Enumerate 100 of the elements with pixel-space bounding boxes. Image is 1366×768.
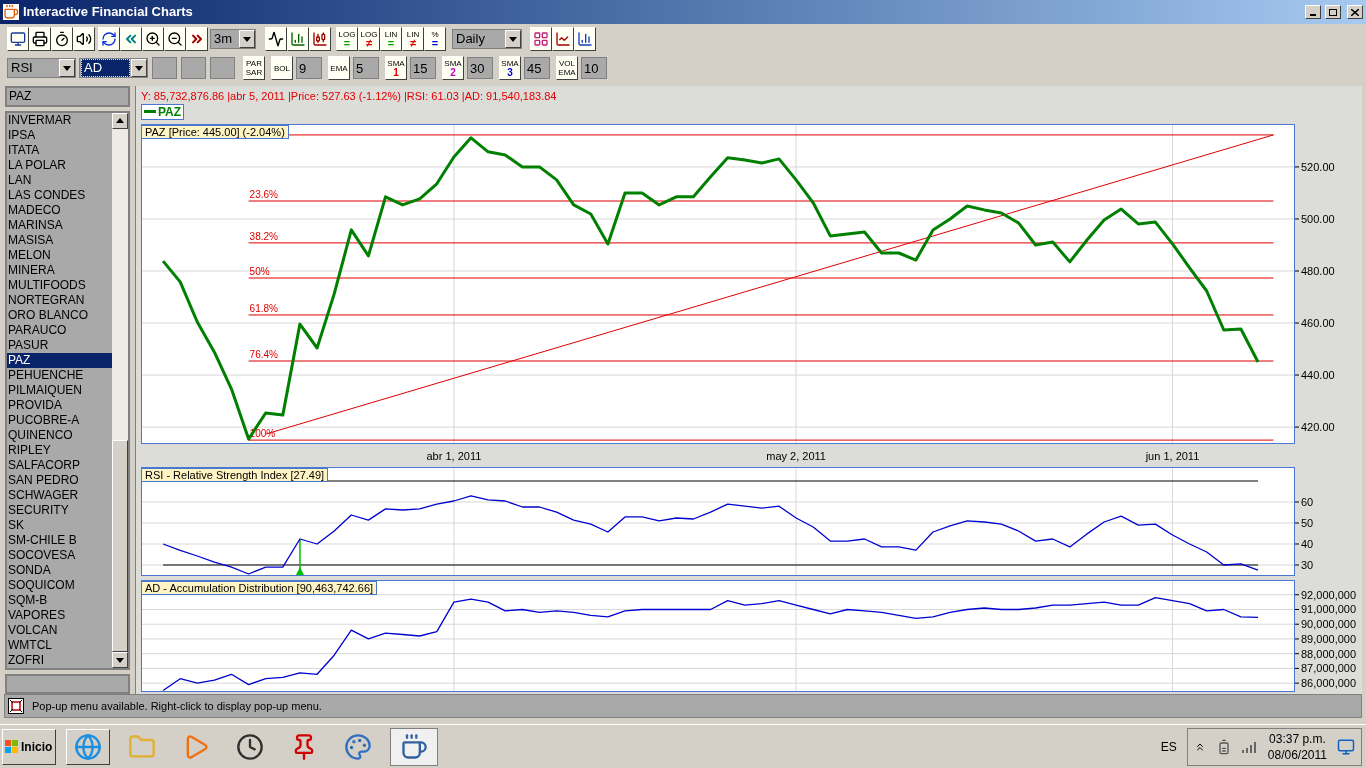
toolbar-button[interactable] [530, 27, 552, 51]
indicator-button[interactable]: SMA 1 [385, 56, 407, 80]
list-item[interactable]: PROVIDA [7, 397, 112, 413]
close-button[interactable] [1347, 5, 1363, 19]
list-item[interactable]: ORO BLANCO [7, 307, 112, 323]
list-item[interactable]: MADECO [7, 202, 112, 218]
input-field[interactable] [210, 57, 235, 79]
input-field[interactable] [152, 57, 177, 79]
list-item[interactable]: MINERA [7, 262, 112, 278]
input-field[interactable]: 45 [524, 57, 550, 79]
list-item[interactable]: SALFACORP [7, 457, 112, 473]
dropdown-button[interactable] [59, 59, 75, 77]
list-item[interactable]: SM-CHILE B [7, 532, 112, 548]
print-button[interactable] [29, 27, 51, 51]
toolbar-button[interactable] [265, 27, 287, 51]
dropdown-button[interactable] [131, 59, 147, 77]
maximize-button[interactable] [1325, 5, 1341, 19]
search-field[interactable]: PAZ [5, 86, 130, 107]
scroll-up-button[interactable] [112, 112, 128, 129]
input-field[interactable]: 9 [296, 57, 322, 79]
list-item[interactable]: SOCOVESA [7, 547, 112, 563]
list-item[interactable]: SK [7, 517, 112, 533]
scale-button[interactable]: LIN ≠ [402, 27, 424, 51]
zoom-in-button[interactable] [142, 27, 164, 51]
candlestick-icon [312, 31, 328, 47]
windows-logo-icon [5, 739, 19, 754]
input-field[interactable]: 5 [353, 57, 379, 79]
monitor-icon[interactable] [1337, 737, 1355, 756]
indicator-button[interactable]: PAR SAR [243, 56, 265, 80]
caret-icon [63, 65, 71, 71]
list-item[interactable]: MULTIFOODS [7, 277, 112, 293]
list-item[interactable]: LAS CONDES [7, 187, 112, 203]
list-item[interactable]: INVERMAR [7, 112, 112, 128]
toolbar-button[interactable] [186, 27, 208, 51]
minimize-button[interactable] [1305, 5, 1321, 19]
list-item[interactable]: SECURITY [7, 502, 112, 518]
taskbar-icon[interactable] [390, 727, 438, 766]
list-item[interactable]: LA POLAR [7, 157, 112, 173]
list-item[interactable]: WMTCL [7, 637, 112, 653]
dropdown-button[interactable] [505, 30, 521, 48]
scrollbar-thumb[interactable] [112, 440, 128, 653]
list-item[interactable]: SONDA [7, 562, 112, 578]
list-item[interactable]: PAZ [7, 352, 112, 368]
axis-label: may 2, 2011 [766, 450, 826, 462]
list-item[interactable]: IPSA [7, 127, 112, 143]
clock-time[interactable]: 03:37 p.m. [1269, 730, 1326, 747]
scale-button[interactable]: LOG ≠ [358, 27, 380, 51]
zoom-out-button[interactable] [164, 27, 186, 51]
scrollbar[interactable] [112, 112, 128, 669]
list-item[interactable]: SAN PEDRO [7, 472, 112, 488]
indicator-dropdown[interactable]: RSI [7, 58, 76, 78]
toolbar-button[interactable] [309, 27, 331, 51]
list-item[interactable]: ITATA [7, 142, 112, 158]
list-item[interactable]: LAN [7, 172, 112, 188]
dropdown-button[interactable] [239, 30, 255, 48]
input-field[interactable]: 15 [410, 57, 436, 79]
start-button[interactable]: Inicio [2, 728, 56, 765]
list-item[interactable]: PUCOBRE-A [7, 412, 112, 428]
indicator-button[interactable]: VOL EMA [556, 56, 578, 80]
indicator-button[interactable]: SMA 2 [442, 56, 464, 80]
list-item[interactable]: MELON [7, 247, 112, 263]
list-item[interactable]: PASUR [7, 337, 112, 353]
list-item[interactable]: MASISA [7, 232, 112, 248]
clock-date[interactable]: 08/06/2011 [1267, 746, 1327, 763]
list-item[interactable]: PARAUCO [7, 322, 112, 338]
indicator-button[interactable]: SMA 3 [499, 56, 521, 80]
toolbar-button[interactable] [574, 27, 596, 51]
list-item[interactable]: MARINSA [7, 217, 112, 233]
signal-icon[interactable] [1241, 740, 1258, 753]
list-item[interactable]: VOLCAN [7, 622, 112, 638]
refresh-button[interactable] [98, 27, 120, 51]
list-item[interactable]: SQM-B [7, 592, 112, 608]
toolbar-button[interactable] [120, 27, 142, 51]
scroll-down-button[interactable] [112, 652, 128, 669]
indicator-button[interactable]: EMA [328, 56, 350, 80]
scale-button[interactable]: % = [424, 27, 446, 51]
input-field[interactable]: 30 [467, 57, 493, 79]
list-item[interactable]: RIPLEY [7, 442, 112, 458]
list-item[interactable]: SOQUICOM [7, 577, 112, 593]
scale-button[interactable]: LIN = [380, 27, 402, 51]
period-dropdown[interactable]: 3m [210, 29, 256, 49]
toolbar-button[interactable] [7, 27, 29, 51]
list-item[interactable]: ZOFRI [7, 652, 112, 668]
indicator-dropdown[interactable]: AD [79, 58, 148, 78]
input-field[interactable] [181, 57, 206, 79]
language-indicator[interactable]: ES [1160, 737, 1177, 756]
list-item[interactable]: VAPORES [7, 607, 112, 623]
list-item[interactable]: QUINENCO [7, 427, 112, 443]
input-field[interactable]: 10 [581, 57, 607, 79]
toolbar-button[interactable] [51, 27, 73, 51]
toolbar-button[interactable] [287, 27, 309, 51]
toolbar-button[interactable] [73, 27, 95, 51]
toolbar-button[interactable] [552, 27, 574, 51]
list-item[interactable]: SCHWAGER [7, 487, 112, 503]
list-item[interactable]: PILMAIQUEN [7, 382, 112, 398]
scale-button[interactable]: LOG = [336, 27, 358, 51]
list-item[interactable]: NORTEGRAN [7, 292, 112, 308]
interval-dropdown[interactable]: Daily [452, 29, 522, 49]
indicator-button[interactable]: BOL [271, 56, 293, 80]
list-item[interactable]: PEHUENCHE [7, 367, 112, 383]
